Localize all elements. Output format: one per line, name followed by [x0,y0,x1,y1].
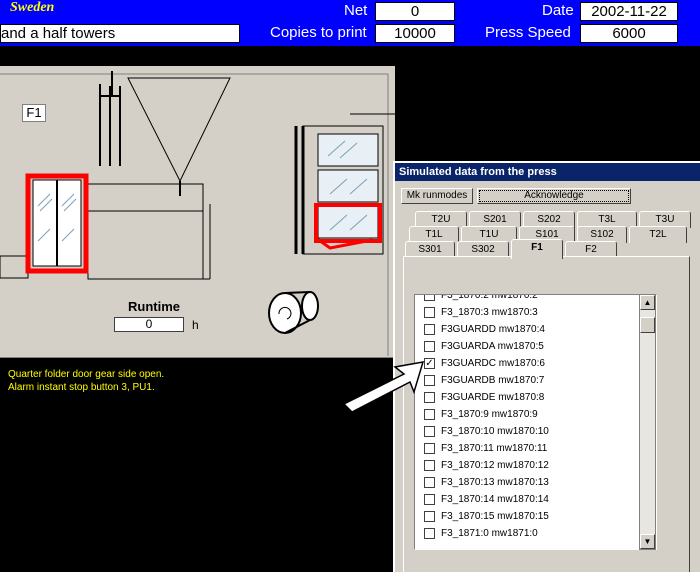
line-name-field: and a half towers [0,24,240,43]
checkbox[interactable] [424,392,435,403]
list-item-label: F3_1870:15 mw1870:15 [441,511,549,522]
list-item-label: F3GUARDD mw1870:4 [441,324,545,335]
press-speed-value: 6000 [580,24,678,43]
date-value: 2002-11-22 [580,2,678,21]
list-item-label: F3GUARDC mw1870:6 [441,358,545,369]
checkbox[interactable] [424,511,435,522]
list-item-label: F3GUARDB mw1870:7 [441,375,545,386]
copies-value: 10000 [375,24,455,43]
list-item-label: F3_1870:10 mw1870:10 [441,426,549,437]
list-item[interactable]: F3_1870:13 mw1870:13 [415,474,656,491]
list-item-label: F3_1870:2 mw1870:2 [441,294,538,301]
net-value: 0 [375,2,455,21]
list-item-label: F3_1870:12 mw1870:12 [441,460,549,471]
mk-runmodes-button[interactable]: Mk runmodes [401,188,473,204]
list-item-label: F3_1870:14 mw1870:14 [441,494,549,505]
tab-t2l[interactable]: T2L [629,226,687,243]
list-item[interactable]: F3GUARDE mw1870:8 [415,389,656,406]
runtime-field[interactable]: 0 [114,317,184,332]
folder-diagram [0,71,395,356]
top-header: Sweden and a half towers Net 0 Copies to… [0,0,700,46]
checkbox[interactable] [424,460,435,471]
checkbox[interactable] [424,477,435,488]
copies-label: Copies to print [270,24,367,41]
tab-panel: F3_1870:2 mw1870:2 F3_1870:3 mw1870:3 F3GU… [403,256,690,572]
checkbox[interactable] [424,324,435,335]
checkbox[interactable] [424,295,435,301]
list-item[interactable]: F3_1870:12 mw1870:12 [415,457,656,474]
brand-label: Sweden [10,0,55,15]
checkbox[interactable] [424,426,435,437]
list-item[interactable]: F3GUARDB mw1870:7 [415,372,656,389]
list-item[interactable]: F3_1870:3 mw1870:3 [415,304,656,321]
list-item[interactable]: F3_1870:9 mw1870:9 [415,406,656,423]
list-item[interactable]: F3_1871:0 mw1871:0 [415,525,656,542]
list-item[interactable]: F3GUARDA mw1870:5 [415,338,656,355]
runtime-unit: h [192,318,199,332]
list-item[interactable]: ✓ F3GUARDC mw1870:6 [415,355,656,372]
press-speed-label: Press Speed [485,24,571,41]
checkbox[interactable] [424,528,435,539]
alarm-log: Quarter folder door gear side open. Alar… [0,368,395,572]
acknowledge-button[interactable]: Acknowledge [477,188,631,204]
list-item-label: F3GUARDE mw1870:8 [441,392,545,403]
checkbox[interactable] [424,494,435,505]
list-item-label: F3GUARDA mw1870:5 [441,341,544,352]
list-item[interactable]: F3_1870:14 mw1870:14 [415,491,656,508]
alarm-message: Alarm instant stop button 3, PU1. [8,382,155,393]
list-item[interactable]: F3_1870:15 mw1870:15 [415,508,656,525]
unit-label: F1 [22,104,46,122]
simulation-dialog: Simulated data from the press Mk runmode… [393,161,700,572]
checkbox[interactable] [424,375,435,386]
list-scrollbar[interactable]: ▲ ▼ [639,294,656,550]
checkbox[interactable] [424,307,435,318]
list-item[interactable]: F3_1870:11 mw1870:11 [415,440,656,457]
list-item[interactable]: F3_1870:2 mw1870:2 [415,294,656,304]
dialog-title[interactable]: Simulated data from the press [395,163,700,181]
list-item[interactable]: F3GUARDD mw1870:4 [415,321,656,338]
scroll-up-icon[interactable]: ▲ [640,295,655,310]
list-item-label: F3_1871:0 mw1871:0 [441,528,538,539]
checkbox[interactable] [424,443,435,454]
scroll-thumb[interactable] [640,317,655,333]
tab-f1[interactable]: F1 [511,239,563,259]
list-item-label: F3_1870:13 mw1870:13 [441,477,549,488]
list-item-label: F3_1870:9 mw1870:9 [441,409,538,420]
list-item-label: F3_1870:11 mw1870:11 [441,443,548,454]
date-label: Date [542,2,574,19]
checkbox[interactable]: ✓ [424,358,435,369]
signal-list: F3_1870:2 mw1870:2 F3_1870:3 mw1870:3 F3GU… [414,294,657,550]
scroll-down-icon[interactable]: ▼ [640,534,655,549]
list-item-label: F3_1870:3 mw1870:3 [441,307,538,318]
checkbox[interactable] [424,409,435,420]
alarm-message: Quarter folder door gear side open. [8,369,165,380]
list-item[interactable]: F3_1870:10 mw1870:10 [415,423,656,440]
runtime-label: Runtime [128,299,180,314]
net-label: Net [344,2,368,19]
checkbox[interactable] [424,341,435,352]
